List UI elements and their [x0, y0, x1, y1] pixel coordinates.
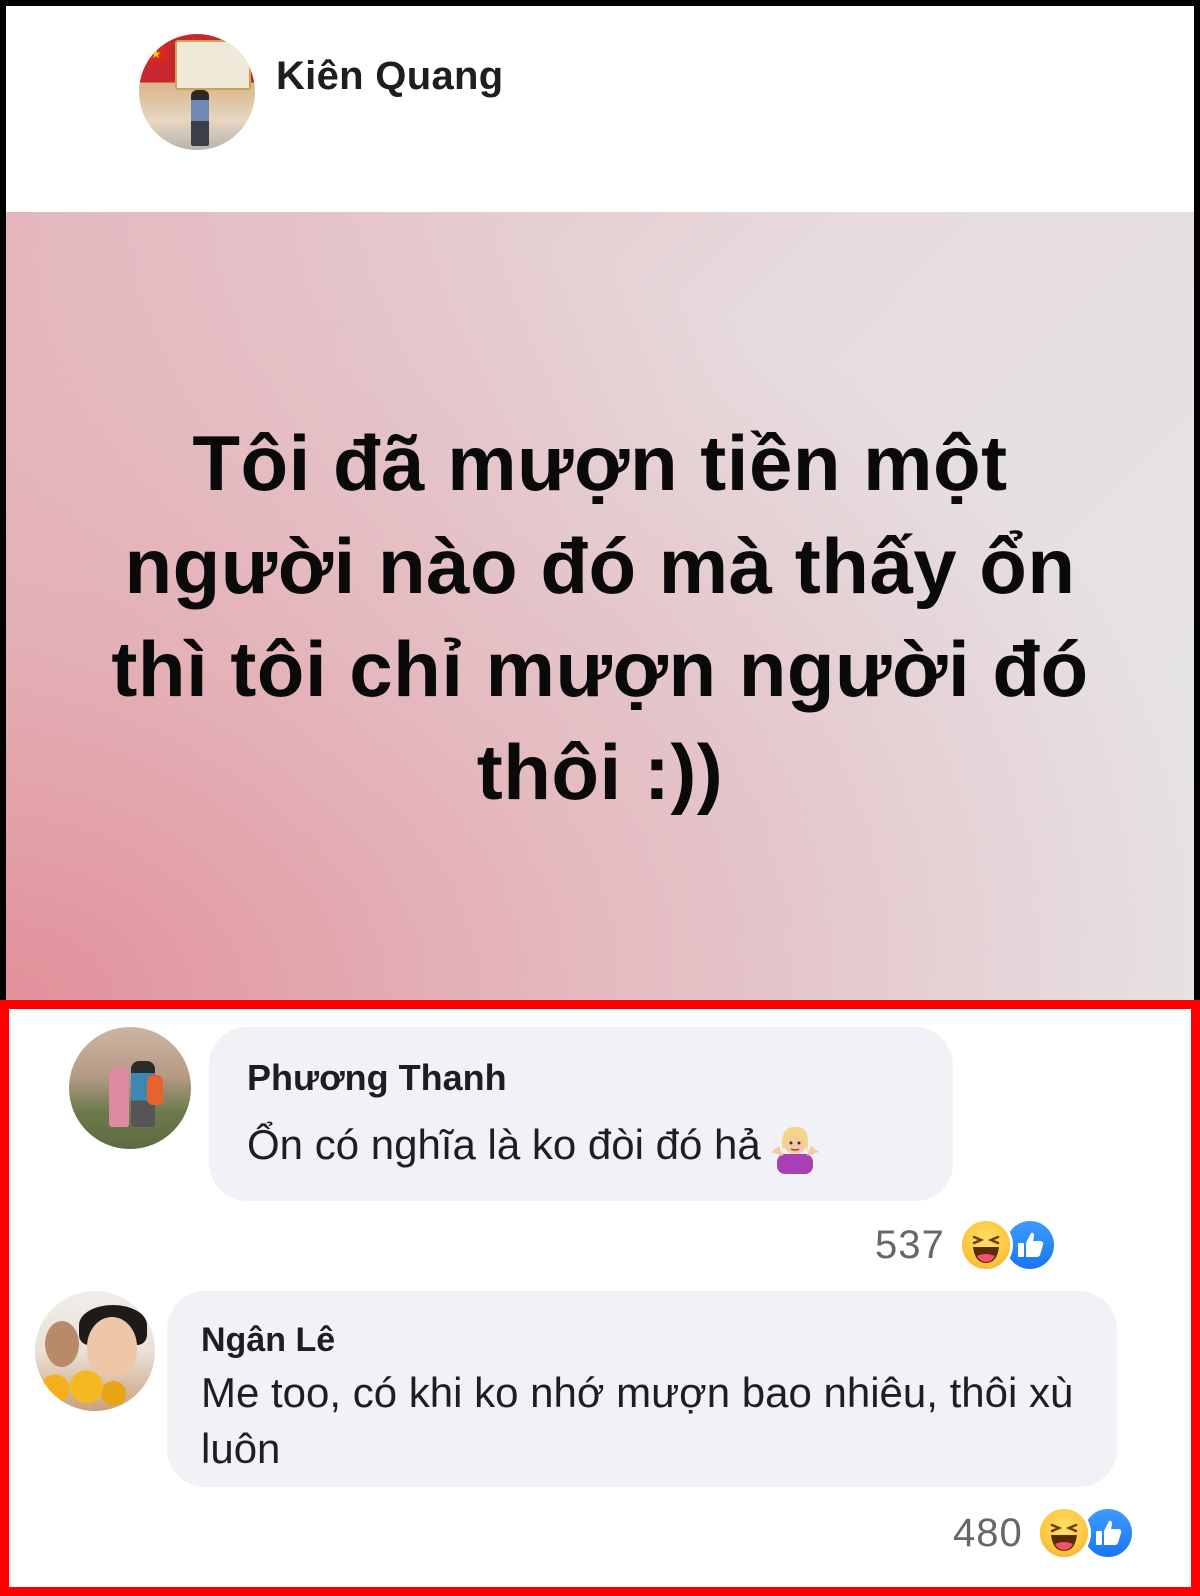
post-image[interactable]: Tôi đã mượn tiền một người nào đó mà thấ… — [6, 212, 1194, 1000]
commenter-name[interactable]: Phương Thanh — [247, 1057, 507, 1099]
avatar-person — [191, 90, 209, 146]
comment-text: Ổn có nghĩa là ko đòi đó hả — [247, 1121, 821, 1174]
commenter-avatar[interactable] — [35, 1291, 155, 1411]
comment-reactions[interactable]: 480 — [953, 1505, 1135, 1561]
haha-icon — [958, 1218, 1013, 1272]
commenter-name[interactable]: Ngân Lê — [201, 1321, 335, 1360]
comment-reactions[interactable]: 537 — [875, 1217, 1057, 1273]
comment-bubble: Ngân Lê Me too, có khi ko nhớ mượn bao n… — [167, 1291, 1117, 1487]
flag-icon: ★ — [145, 46, 167, 62]
reaction-count: 480 — [953, 1510, 1023, 1555]
author-avatar[interactable]: ★ — [139, 34, 255, 150]
avatar-banner — [175, 40, 251, 90]
commenter-avatar[interactable] — [69, 1027, 191, 1149]
reaction-count: 537 — [875, 1222, 945, 1267]
woman-shrugging-icon — [769, 1122, 821, 1174]
author-name[interactable]: Kiên Quang — [276, 54, 503, 99]
comment-bubble: Phương Thanh Ổn có nghĩa là ko đòi đó hả — [209, 1027, 953, 1201]
post-image-text: Tôi đã mượn tiền một người nào đó mà thấ… — [111, 419, 1089, 816]
haha-icon — [1036, 1506, 1091, 1560]
post-header: ★ Kiên Quang — [6, 6, 1194, 212]
comment-text-content: Ổn có nghĩa là ko đòi đó hả — [247, 1121, 761, 1168]
comments-section: Phương Thanh Ổn có nghĩa là ko đòi đó hả… — [0, 1000, 1200, 1596]
comment-text: Me too, có khi ko nhớ mượn bao nhiêu, th… — [201, 1369, 1074, 1472]
